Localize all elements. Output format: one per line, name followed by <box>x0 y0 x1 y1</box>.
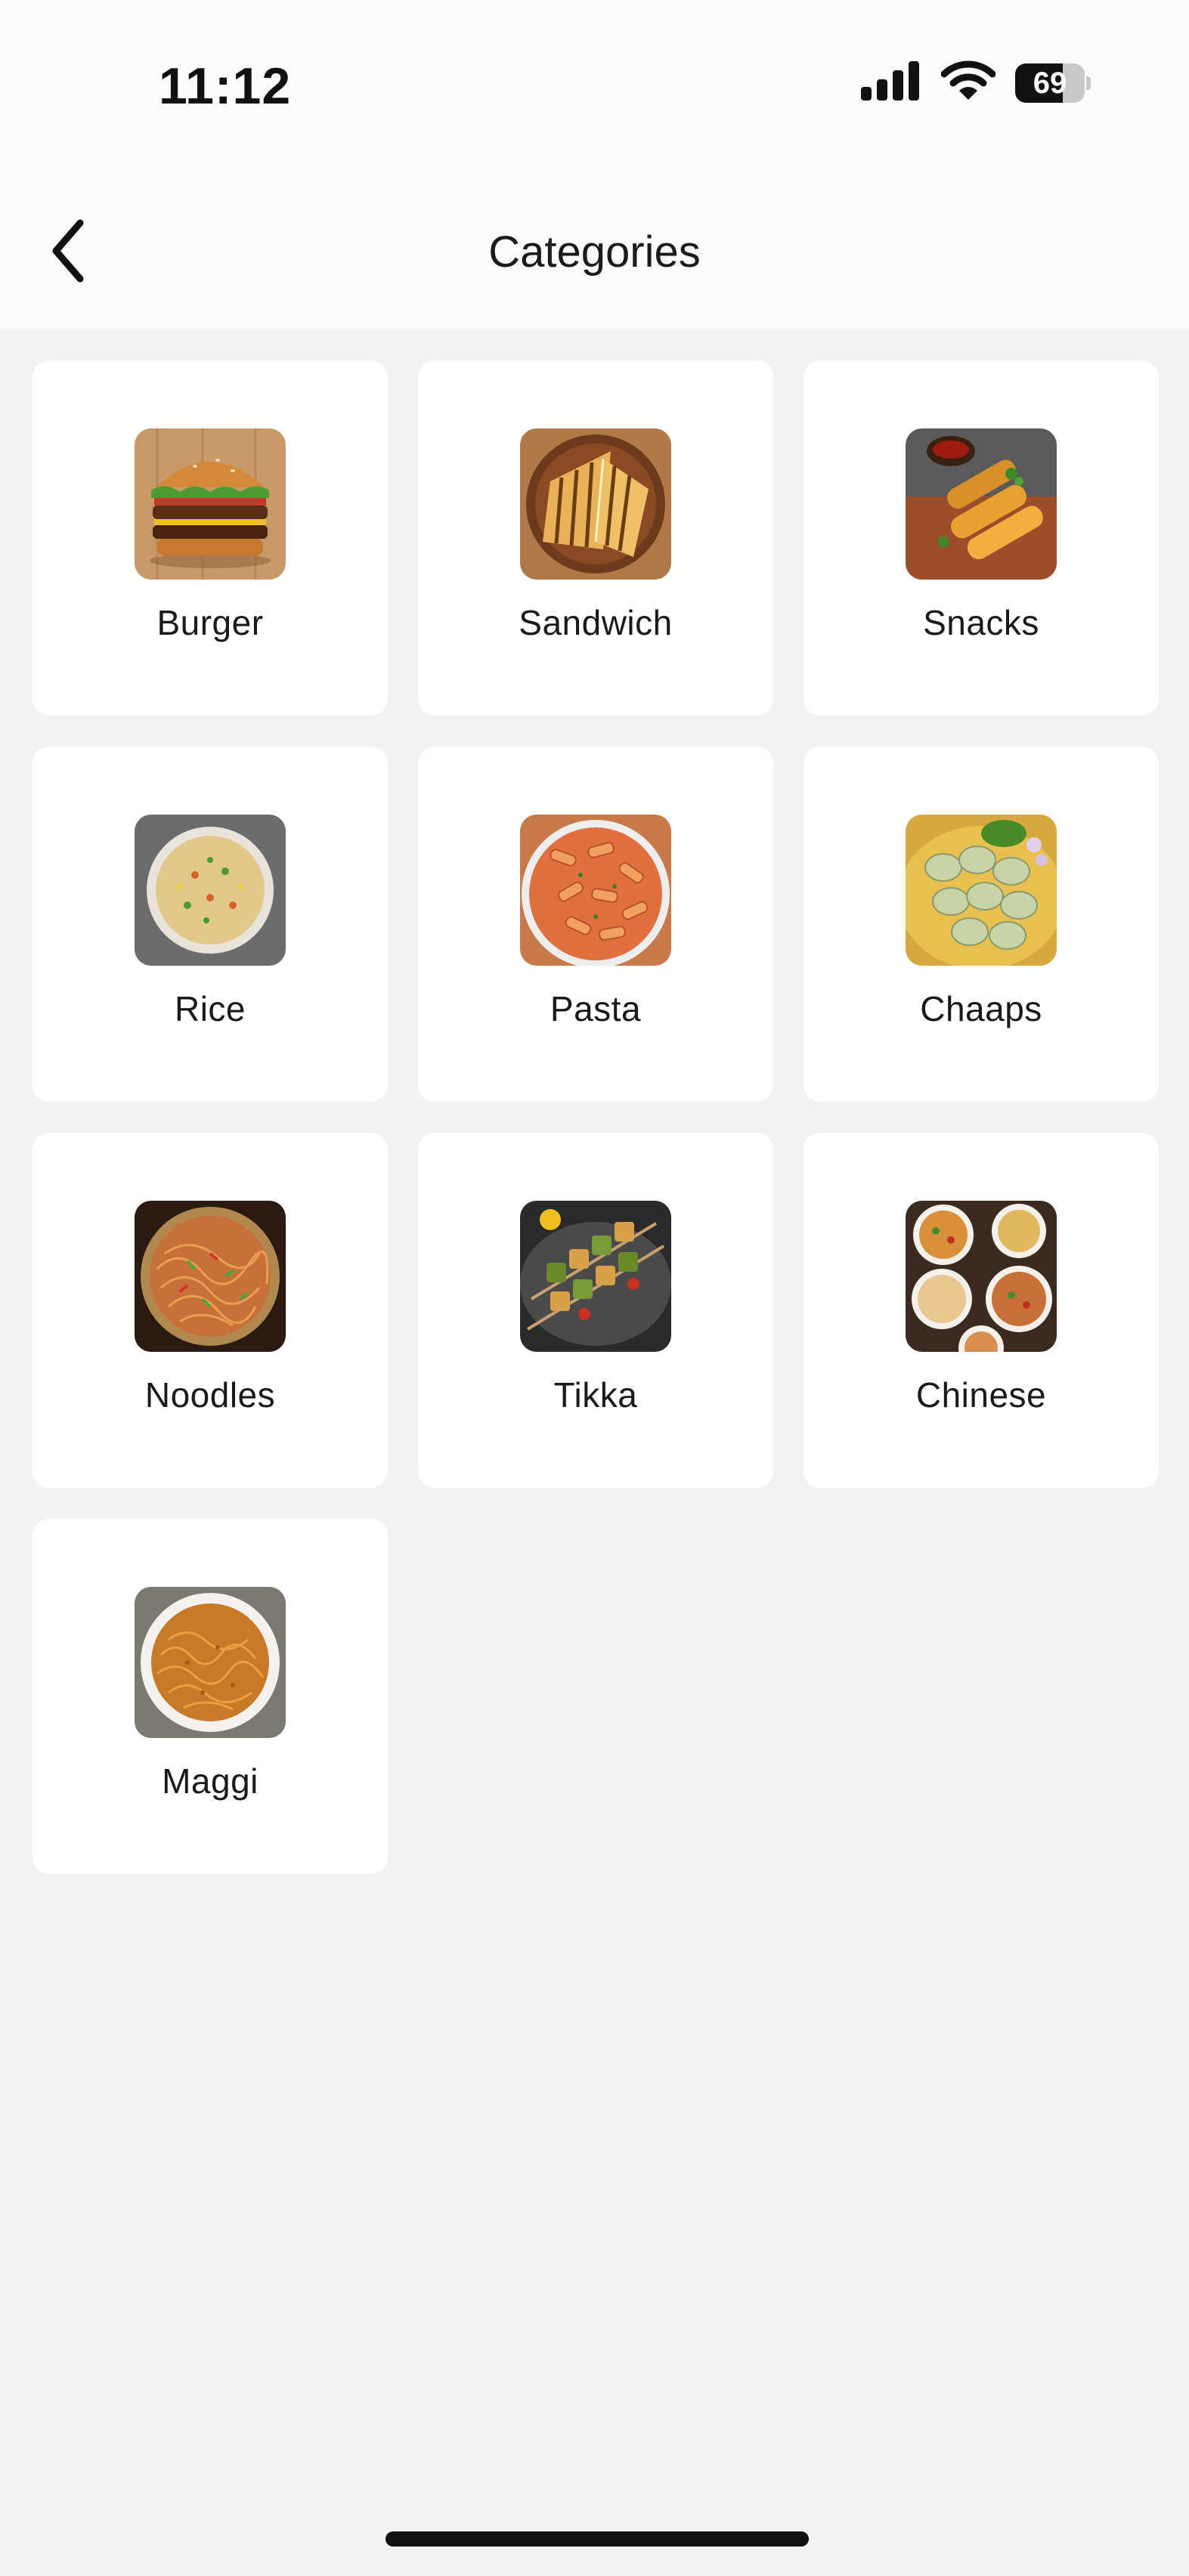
category-grid: Burger Sandwich Snacks Rice Pasta Chaaps… <box>33 360 1160 1874</box>
category-label: Chinese <box>915 1375 1047 1415</box>
category-label: Rice <box>174 989 246 1028</box>
category-label: Sandwich <box>519 603 673 642</box>
noodles-image <box>135 1201 286 1352</box>
wifi-icon <box>940 60 996 105</box>
home-indicator[interactable] <box>385 2531 809 2547</box>
category-label: Noodles <box>144 1375 276 1415</box>
top-bar: 11:12 69 Categories <box>0 0 1189 329</box>
category-card-burger[interactable]: Burger <box>33 360 388 716</box>
category-label: Snacks <box>923 603 1039 642</box>
category-card-chinese[interactable]: Chinese <box>804 1133 1159 1488</box>
battery-icon: 69 <box>1015 63 1091 103</box>
burger-image <box>135 428 286 580</box>
category-card-pasta[interactable]: Pasta <box>418 747 773 1102</box>
cellular-signal-icon <box>861 61 921 104</box>
sandwich-image <box>520 428 671 580</box>
category-card-maggi[interactable]: Maggi <box>33 1519 388 1874</box>
category-label: Tikka <box>553 1375 638 1415</box>
category-card-noodles[interactable]: Noodles <box>33 1133 388 1488</box>
pasta-image <box>520 815 671 966</box>
category-label: Burger <box>156 603 264 642</box>
rice-image <box>135 815 286 966</box>
status-icons: 69 <box>861 60 1091 105</box>
battery-percentage: 69 <box>1033 66 1067 100</box>
tikka-image <box>520 1201 671 1352</box>
status-time: 11:12 <box>159 57 292 115</box>
category-card-chaaps[interactable]: Chaaps <box>804 747 1159 1102</box>
category-label: Pasta <box>550 989 642 1028</box>
snacks-image <box>906 428 1057 580</box>
category-card-snacks[interactable]: Snacks <box>804 360 1159 716</box>
category-label: Chaaps <box>920 989 1042 1028</box>
maggi-image <box>135 1587 286 1738</box>
category-card-tikka[interactable]: Tikka <box>418 1133 773 1488</box>
chaaps-image <box>906 815 1057 966</box>
page-title: Categories <box>488 227 701 277</box>
category-card-sandwich[interactable]: Sandwich <box>418 360 773 716</box>
category-label: Maggi <box>162 1761 259 1801</box>
category-card-rice[interactable]: Rice <box>33 747 388 1102</box>
chinese-image <box>906 1201 1057 1352</box>
